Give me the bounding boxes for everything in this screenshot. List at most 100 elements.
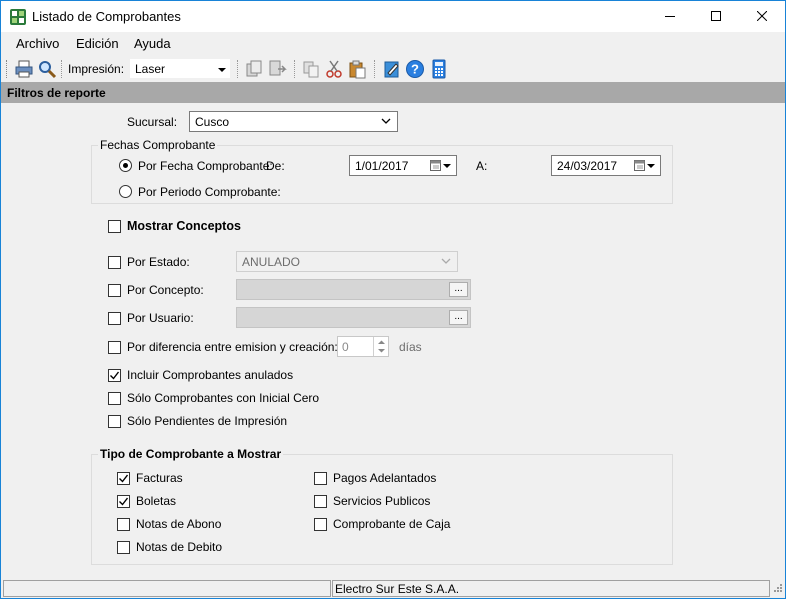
printer-select[interactable]: Laser (129, 58, 231, 79)
mostrar-conceptos-checkbox[interactable] (108, 220, 121, 233)
print-icon[interactable] (14, 59, 34, 79)
checkmark-icon (119, 497, 129, 506)
sucursal-value: Cusco (195, 115, 230, 129)
solo-inicial-cero-checkbox[interactable] (108, 392, 121, 405)
maximize-button[interactable] (693, 1, 739, 32)
por-periodo-label: Por Periodo Comprobante: (138, 185, 281, 199)
fecha-de-picker[interactable]: 1/01/2017 (349, 155, 457, 176)
por-estado-checkbox[interactable] (108, 256, 121, 269)
help-icon[interactable]: ? (405, 59, 425, 79)
por-diferencia-label: Por diferencia entre emision y creación: (127, 340, 338, 354)
toolbar-grip[interactable] (6, 60, 9, 78)
maximize-icon (711, 11, 721, 21)
checkmark-icon (119, 474, 129, 483)
usuario-browse-button[interactable]: ... (449, 310, 468, 325)
paste-icon[interactable] (347, 59, 367, 79)
solo-pendientes-checkbox[interactable] (108, 415, 121, 428)
por-concepto-checkbox[interactable] (108, 284, 121, 297)
impresion-label: Impresión: (68, 62, 125, 76)
por-periodo-radio[interactable] (119, 185, 132, 198)
notas-debito-label: Notas de Debito (136, 540, 223, 554)
facturas-label: Facturas (136, 471, 183, 485)
notas-debito-checkbox[interactable] (117, 541, 130, 554)
comprobante-caja-checkbox[interactable] (314, 518, 327, 531)
close-icon (757, 11, 767, 21)
svg-text:?: ? (411, 62, 419, 77)
pagos-adelantados-checkbox[interactable] (314, 472, 327, 485)
calendar-dropdown-icon (430, 160, 451, 171)
incluir-anulados-label: Incluir Comprobantes anulados (127, 368, 294, 382)
solo-inicial-cero-label: Sólo Comprobantes con Inicial Cero (127, 391, 320, 405)
notas-abono-checkbox[interactable] (117, 518, 130, 531)
calendar-dropdown-icon (634, 160, 655, 171)
preview-icon[interactable] (37, 59, 57, 79)
servicios-publicos-label: Servicios Publicos (333, 494, 431, 508)
company-name: Electro Sur Este S.A.A. (335, 582, 460, 596)
calculator-icon[interactable] (429, 59, 449, 79)
menu-ayuda[interactable]: Ayuda (134, 36, 171, 51)
concepto-field[interactable]: ... (236, 279, 471, 300)
por-fecha-radio[interactable] (119, 159, 132, 172)
mostrar-conceptos-label: Mostrar Conceptos (127, 219, 241, 233)
stepper-arrows-icon (378, 340, 385, 353)
diferencia-stepper[interactable]: 0 (337, 336, 389, 357)
main-window: Listado de Comprobantes Archivo Edición … (0, 0, 786, 599)
boletas-label: Boletas (136, 494, 177, 508)
resize-grip-icon[interactable] (771, 583, 783, 595)
concepto-browse-button[interactable]: ... (449, 282, 468, 297)
chevron-down-icon (441, 258, 451, 264)
checkmark-icon (110, 371, 120, 380)
fecha-a-value: 24/03/2017 (557, 159, 618, 173)
chevron-down-icon (218, 68, 226, 72)
edit-doc-icon[interactable] (382, 59, 402, 79)
toolbar-separator (294, 60, 295, 78)
dias-label: días (399, 340, 422, 354)
copy-icon[interactable] (301, 59, 321, 79)
de-label: De: (266, 159, 285, 173)
close-button[interactable] (739, 1, 785, 32)
sucursal-select[interactable]: Cusco (189, 111, 398, 132)
estado-value: ANULADO (242, 255, 301, 269)
solo-pendientes-label: Sólo Pendientes de Impresión (127, 414, 288, 428)
usuario-field[interactable]: ... (236, 307, 471, 328)
minimize-icon (665, 16, 675, 17)
section-title: Filtros de reporte (7, 86, 106, 100)
copy-doc-icon[interactable] (244, 59, 264, 79)
tipo-group-title: Tipo de Comprobante a Mostrar (98, 447, 284, 461)
por-usuario-label: Por Usuario: (127, 311, 194, 325)
por-concepto-label: Por Concepto: (127, 283, 204, 297)
por-fecha-label: Por Fecha Comprobante: (138, 159, 273, 173)
comprobante-caja-label: Comprobante de Caja (333, 517, 451, 531)
stepper-buttons[interactable] (373, 337, 388, 356)
export-doc-icon[interactable] (267, 59, 287, 79)
servicios-publicos-checkbox[interactable] (314, 495, 327, 508)
toolbar-separator (237, 60, 238, 78)
radio-dot (123, 163, 128, 168)
app-icon (10, 9, 26, 25)
menu-archivo[interactable]: Archivo (16, 36, 59, 51)
pagos-adelantados-label: Pagos Adelantados (333, 471, 437, 485)
incluir-anulados-checkbox[interactable] (108, 369, 121, 382)
boletas-checkbox[interactable] (117, 495, 130, 508)
notas-abono-label: Notas de Abono (136, 517, 222, 531)
a-label: A: (476, 159, 488, 173)
por-usuario-checkbox[interactable] (108, 312, 121, 325)
menu-edicion[interactable]: Edición (76, 36, 119, 51)
por-diferencia-checkbox[interactable] (108, 341, 121, 354)
sucursal-label: Sucursal: (127, 115, 178, 129)
status-panel-left (3, 580, 331, 597)
section-header: Filtros de reporte (1, 82, 785, 103)
toolbar-separator (374, 60, 375, 78)
status-bar: Electro Sur Este S.A.A. (1, 578, 785, 598)
cut-icon[interactable] (324, 59, 344, 79)
minimize-button[interactable] (647, 1, 693, 32)
fecha-a-picker[interactable]: 24/03/2017 (551, 155, 661, 176)
title-bar: Listado de Comprobantes (1, 1, 785, 32)
facturas-checkbox[interactable] (117, 472, 130, 485)
estado-select[interactable]: ANULADO (236, 251, 458, 272)
por-estado-label: Por Estado: (127, 255, 190, 269)
toolbar-separator (61, 60, 62, 78)
window-title: Listado de Comprobantes (32, 9, 181, 24)
chevron-down-icon (381, 118, 391, 124)
status-panel-company: Electro Sur Este S.A.A. (332, 580, 770, 597)
